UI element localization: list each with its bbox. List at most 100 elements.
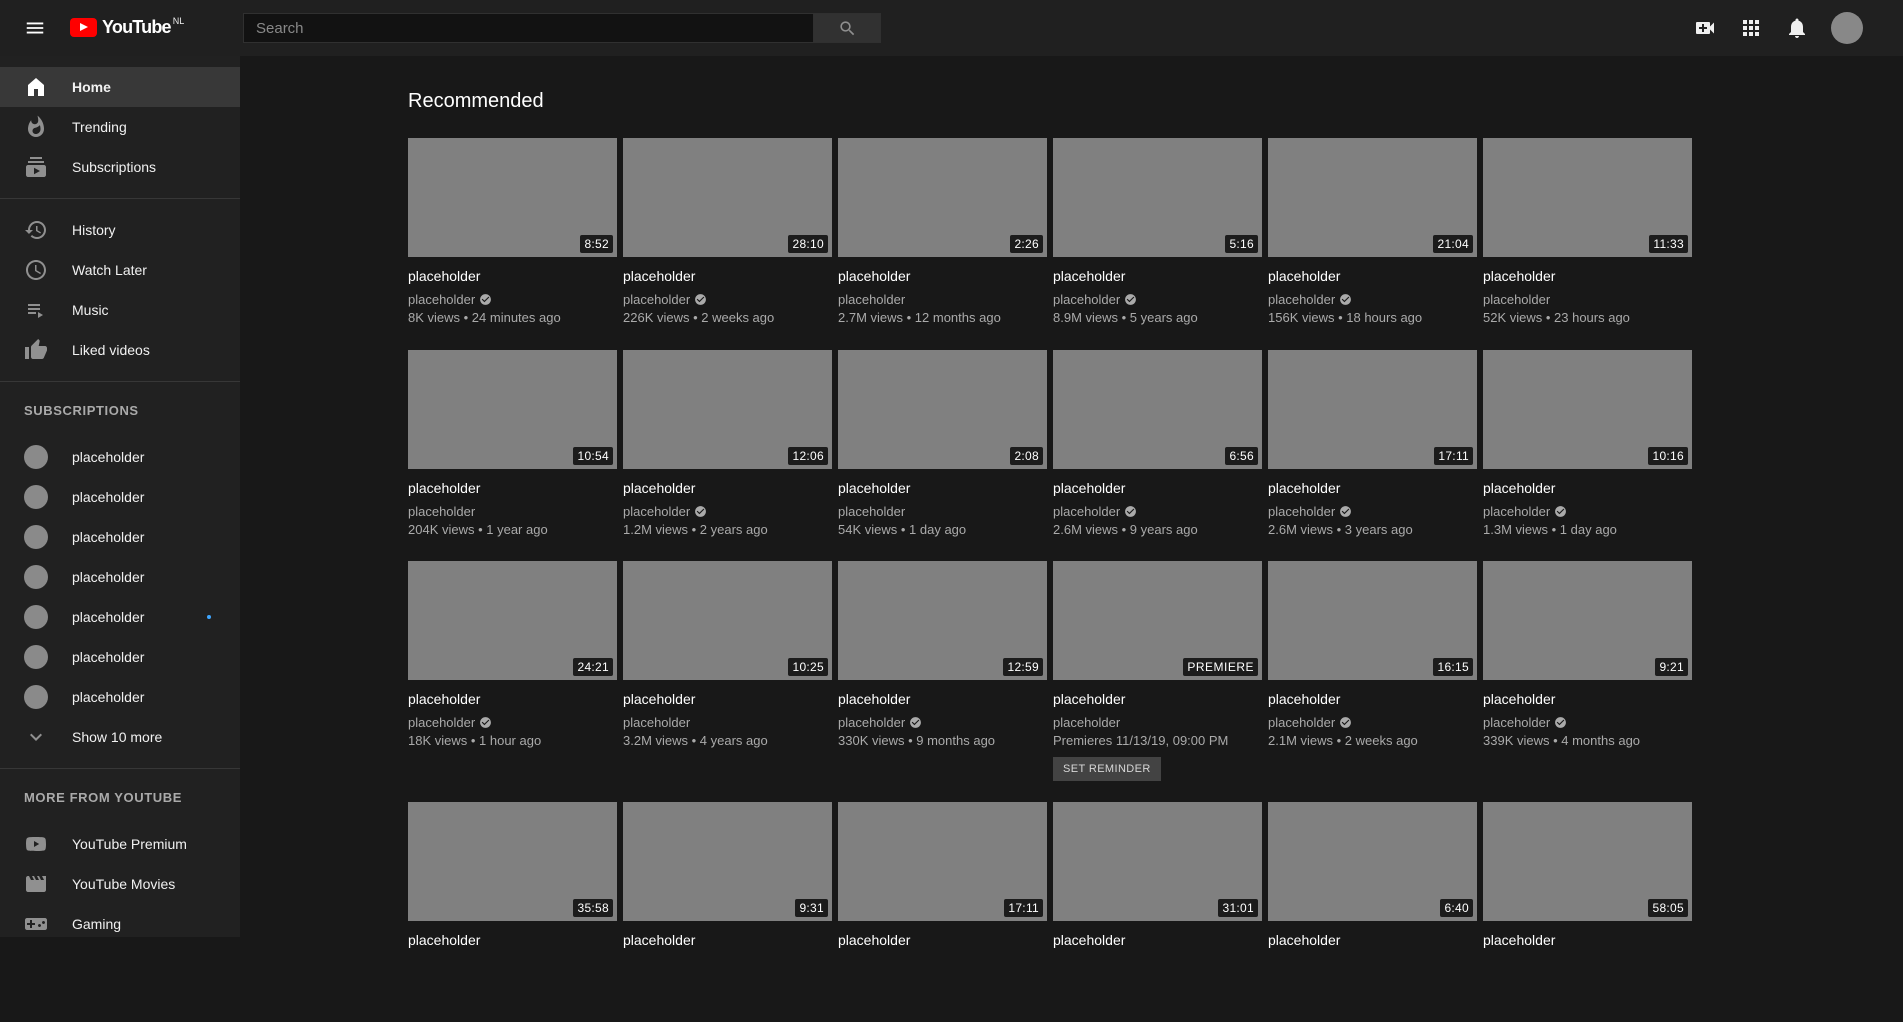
channel-name[interactable]: placeholder <box>838 715 905 730</box>
channel-name[interactable]: placeholder <box>1483 715 1550 730</box>
create-video-button[interactable] <box>1693 16 1717 40</box>
video-title[interactable]: placeholder <box>1268 930 1477 950</box>
video-title[interactable]: placeholder <box>838 478 1047 498</box>
video-thumbnail[interactable]: 2:26 <box>838 138 1047 257</box>
video-thumbnail[interactable]: 35:58 <box>408 802 617 921</box>
video-thumbnail[interactable]: 11:33 <box>1483 138 1692 257</box>
channel-name[interactable]: placeholder <box>623 504 690 519</box>
video-title[interactable]: placeholder <box>623 689 832 709</box>
search-input[interactable] <box>243 13 814 43</box>
video-title[interactable]: placeholder <box>623 930 832 950</box>
video-thumbnail[interactable]: 58:05 <box>1483 802 1692 921</box>
show-more-button[interactable]: Show 10 more <box>0 717 240 757</box>
channel-name[interactable]: placeholder <box>408 504 475 519</box>
sidebar-subscription-placeholder[interactable]: placeholder <box>0 477 240 517</box>
video-title[interactable]: placeholder <box>838 266 1047 286</box>
divider <box>0 198 240 199</box>
sidebar-subscription-placeholder[interactable]: placeholder <box>0 597 240 637</box>
video-title[interactable]: placeholder <box>1053 478 1262 498</box>
channel-name[interactable]: placeholder <box>623 715 690 730</box>
video-card: 2:26 placeholder placeholder 2.7M views … <box>838 138 1047 350</box>
sidebar-item-youtube-movies[interactable]: YouTube Movies <box>0 864 240 904</box>
channel-name[interactable]: placeholder <box>408 715 475 730</box>
video-title[interactable]: placeholder <box>1053 689 1262 709</box>
channel-name[interactable]: placeholder <box>1053 504 1120 519</box>
video-thumbnail[interactable]: 28:10 <box>623 138 832 257</box>
channel-name[interactable]: placeholder <box>1268 292 1335 307</box>
sidebar-item-trending[interactable]: Trending <box>0 107 240 147</box>
video-title[interactable]: placeholder <box>1483 266 1692 286</box>
video-thumbnail[interactable]: 5:16 <box>1053 138 1262 257</box>
channel-name[interactable]: placeholder <box>408 292 475 307</box>
video-thumbnail[interactable]: 31:01 <box>1053 802 1262 921</box>
sidebar-subscription-placeholder[interactable]: placeholder <box>0 557 240 597</box>
search-button[interactable] <box>814 13 881 43</box>
video-thumbnail[interactable]: 8:52 <box>408 138 617 257</box>
video-thumbnail[interactable]: 10:54 <box>408 350 617 469</box>
set-reminder-button[interactable]: SET REMINDER <box>1053 757 1161 781</box>
channel-name[interactable]: placeholder <box>623 292 690 307</box>
video-title[interactable]: placeholder <box>838 689 1047 709</box>
sidebar-subscription-placeholder[interactable]: placeholder <box>0 517 240 557</box>
video-thumbnail[interactable]: 17:11 <box>838 802 1047 921</box>
duration-badge: 11:33 <box>1649 235 1688 253</box>
video-thumbnail[interactable]: 16:15 <box>1268 561 1477 680</box>
subscription-channel-label: placeholder <box>72 449 145 465</box>
notifications-bell-button[interactable] <box>1785 16 1809 40</box>
video-title[interactable]: placeholder <box>623 478 832 498</box>
hamburger-menu-button[interactable] <box>24 17 46 39</box>
sidebar-item-subscriptions[interactable]: Subscriptions <box>0 147 240 187</box>
video-thumbnail[interactable]: 21:04 <box>1268 138 1477 257</box>
video-title[interactable]: placeholder <box>838 930 1047 950</box>
youtube-logo[interactable]: YouTube NL <box>70 17 184 37</box>
channel-name[interactable]: placeholder <box>1053 715 1120 730</box>
video-title[interactable]: placeholder <box>1053 266 1262 286</box>
video-title[interactable]: placeholder <box>623 266 832 286</box>
video-title[interactable]: placeholder <box>1483 689 1692 709</box>
video-title[interactable]: placeholder <box>1268 266 1477 286</box>
sidebar-item-history[interactable]: History <box>0 210 240 250</box>
channel-name[interactable]: placeholder <box>1053 292 1120 307</box>
channel-name[interactable]: placeholder <box>1483 504 1550 519</box>
video-thumbnail[interactable]: 9:31 <box>623 802 832 921</box>
duration-badge: 6:56 <box>1225 447 1258 465</box>
sidebar-subscription-placeholder[interactable]: placeholder <box>0 637 240 677</box>
channel-name[interactable]: placeholder <box>838 504 905 519</box>
video-thumbnail[interactable]: 9:21 <box>1483 561 1692 680</box>
video-thumbnail[interactable]: 10:16 <box>1483 350 1692 469</box>
sidebar-item-youtube-premium[interactable]: YouTube Premium <box>0 824 240 864</box>
video-title[interactable]: placeholder <box>1268 689 1477 709</box>
sidebar-subscription-placeholder[interactable]: placeholder <box>0 677 240 717</box>
channel-name[interactable]: placeholder <box>1268 504 1335 519</box>
sidebar-item-liked-videos[interactable]: Liked videos <box>0 330 240 370</box>
video-title[interactable]: placeholder <box>1483 478 1692 498</box>
video-thumbnail[interactable]: 6:56 <box>1053 350 1262 469</box>
video-title[interactable]: placeholder <box>408 266 617 286</box>
sidebar-item-music[interactable]: Music <box>0 290 240 330</box>
video-thumbnail[interactable]: 12:59 <box>838 561 1047 680</box>
video-title[interactable]: placeholder <box>408 930 617 950</box>
video-thumbnail[interactable]: PREMIERE <box>1053 561 1262 680</box>
sidebar-item-watch-later[interactable]: Watch Later <box>0 250 240 290</box>
video-thumbnail[interactable]: 10:25 <box>623 561 832 680</box>
video-thumbnail[interactable]: 6:40 <box>1268 802 1477 921</box>
video-title[interactable]: placeholder <box>408 689 617 709</box>
verified-badge-icon <box>694 505 707 518</box>
video-card: 9:31 placeholder <box>623 802 832 1022</box>
video-thumbnail[interactable]: 24:21 <box>408 561 617 680</box>
avatar[interactable] <box>1831 12 1863 44</box>
channel-name[interactable]: placeholder <box>838 292 905 307</box>
sidebar-item-home[interactable]: Home <box>0 67 240 107</box>
channel-name[interactable]: placeholder <box>1483 292 1550 307</box>
video-thumbnail[interactable]: 17:11 <box>1268 350 1477 469</box>
video-title[interactable]: placeholder <box>408 478 617 498</box>
video-title[interactable]: placeholder <box>1053 930 1262 950</box>
video-title[interactable]: placeholder <box>1483 930 1692 950</box>
channel-name[interactable]: placeholder <box>1268 715 1335 730</box>
video-thumbnail[interactable]: 2:08 <box>838 350 1047 469</box>
video-title[interactable]: placeholder <box>1268 478 1477 498</box>
sidebar-item-gaming[interactable]: Gaming <box>0 904 240 937</box>
apps-grid-button[interactable] <box>1739 16 1763 40</box>
video-thumbnail[interactable]: 12:06 <box>623 350 832 469</box>
sidebar-subscription-placeholder[interactable]: placeholder <box>0 437 240 477</box>
